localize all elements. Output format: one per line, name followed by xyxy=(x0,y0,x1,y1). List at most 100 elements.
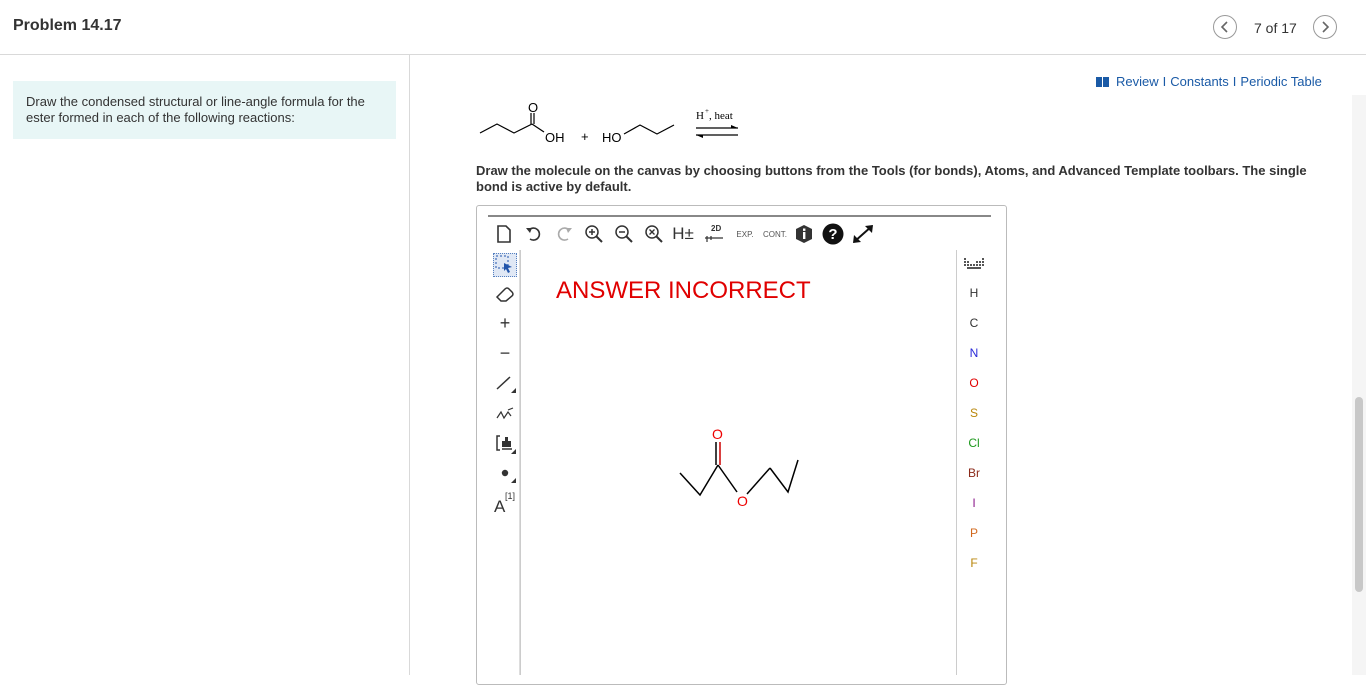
atom-symbol: I xyxy=(972,496,976,510)
clean-2d-label: 2D xyxy=(711,224,722,233)
next-problem-button[interactable] xyxy=(1313,15,1337,39)
info-button[interactable] xyxy=(792,222,816,246)
condition-h: H xyxy=(696,110,704,122)
atom-h-button[interactable]: H xyxy=(958,286,990,300)
atom-n-button[interactable]: N xyxy=(958,346,990,360)
chain-tool[interactable] xyxy=(493,401,517,425)
atom-symbol: C xyxy=(969,316,979,330)
eraser-tool[interactable] xyxy=(493,282,517,306)
new-document-icon xyxy=(497,225,511,243)
atom-map-tool[interactable]: A [1] xyxy=(493,491,519,517)
atom-f-button[interactable]: F xyxy=(958,556,990,570)
atom-map-letter: A xyxy=(494,497,506,516)
zoom-out-button[interactable] xyxy=(612,222,636,246)
expand-icon: EXP. xyxy=(736,229,754,239)
undo-button[interactable] xyxy=(522,222,546,246)
svg-text:?: ? xyxy=(828,226,837,243)
zoom-in-button[interactable] xyxy=(582,222,606,246)
eraser-icon xyxy=(495,287,514,302)
single-bond-icon xyxy=(496,376,516,393)
atom-c-button[interactable]: C xyxy=(958,316,990,330)
atom-map-index: [1] xyxy=(505,491,516,501)
atom-br-button[interactable]: Br xyxy=(958,466,990,480)
atom-symbol: S xyxy=(969,406,978,420)
template-tool[interactable] xyxy=(493,431,517,455)
carboxylic-acid-structure: O OH xyxy=(479,100,565,145)
acid-oh-label: OH xyxy=(545,130,565,145)
atom-symbol: O xyxy=(969,376,979,390)
single-bond-tool[interactable] xyxy=(493,371,517,395)
zoom-in-icon xyxy=(585,225,603,243)
drawn-molecule: O O xyxy=(679,426,799,509)
undo-icon xyxy=(526,227,541,241)
alcohol-ho-label: HO xyxy=(602,130,622,145)
new-document-button[interactable] xyxy=(492,222,516,246)
expand-button[interactable]: EXP. xyxy=(731,222,759,246)
charge-plus-icon: + xyxy=(499,312,511,333)
problem-title: Problem 14.17 xyxy=(13,17,122,34)
charge-plus-tool[interactable]: + xyxy=(493,311,517,335)
problem-instructions: Draw the condensed structural or line-an… xyxy=(13,81,396,139)
radical-tool[interactable] xyxy=(493,462,517,486)
chain-icon xyxy=(496,407,514,420)
redo-icon xyxy=(557,227,572,241)
tools-toolbar: + − A [1] xyxy=(489,250,520,675)
atom-symbol: N xyxy=(969,346,979,360)
radical-icon xyxy=(501,469,516,483)
feedback-message: ANSWER INCORRECT xyxy=(556,277,811,304)
atom-symbol: Cl xyxy=(968,436,980,450)
atom-symbol: P xyxy=(969,526,978,540)
separator: I xyxy=(1232,74,1237,89)
acid-oxygen-label: O xyxy=(528,100,538,115)
atom-symbol: Br xyxy=(968,466,980,480)
constants-link[interactable]: Constants xyxy=(1170,74,1229,89)
charge-minus-icon: − xyxy=(499,342,511,363)
atom-i-button[interactable]: I xyxy=(958,496,990,510)
equilibrium-arrow-icon xyxy=(696,125,738,138)
explicit-hydrogen-button[interactable]: H± xyxy=(671,222,695,246)
scrollbar-thumb[interactable] xyxy=(1355,397,1363,592)
contract-icon: CONT. xyxy=(763,229,787,239)
select-tool[interactable] xyxy=(493,253,517,277)
left-panel: Draw the condensed structural or line-an… xyxy=(0,55,410,675)
atom-p-button[interactable]: P xyxy=(958,526,990,540)
atom-o-button[interactable]: O xyxy=(958,376,990,390)
atoms-toolbar: H C N O S Cl Br I P F xyxy=(958,250,990,675)
separator: I xyxy=(1162,74,1167,89)
help-icon: ? xyxy=(822,223,844,245)
atom-symbol: H xyxy=(969,286,979,300)
review-link[interactable]: Review xyxy=(1116,74,1159,89)
fullscreen-button[interactable] xyxy=(851,222,875,246)
redo-button[interactable] xyxy=(552,222,576,246)
contract-button[interactable]: CONT. xyxy=(760,222,790,246)
help-button[interactable]: ? xyxy=(821,222,845,246)
charge-minus-tool[interactable]: − xyxy=(493,341,517,365)
zoom-reset-button[interactable] xyxy=(642,222,666,246)
problem-counter: 7 of 17 xyxy=(1254,20,1297,36)
resources-links: Review I Constants I Periodic Table xyxy=(1096,74,1322,89)
drawing-instructions: Draw the molecule on the canvas by choos… xyxy=(476,163,1307,194)
atom-s-button[interactable]: S xyxy=(958,406,990,420)
zoom-out-icon xyxy=(615,225,633,243)
condition-heat: , heat xyxy=(709,110,733,122)
periodic-table-button[interactable] xyxy=(958,256,990,273)
fullscreen-icon xyxy=(853,225,873,243)
ester-oxygen: O xyxy=(737,493,748,509)
explicit-hydrogen-icon: H± xyxy=(672,224,694,243)
periodic-table-link[interactable]: Periodic Table xyxy=(1240,74,1321,89)
book-icon xyxy=(1096,76,1109,87)
alcohol-structure: HO xyxy=(602,124,675,145)
info-icon xyxy=(796,225,812,243)
atom-cl-button[interactable]: Cl xyxy=(958,436,990,450)
template-icon xyxy=(496,435,516,454)
plus-sign: + xyxy=(581,129,589,144)
previous-problem-button[interactable] xyxy=(1213,15,1237,39)
top-bar: Problem 14.17 7 of 17 xyxy=(0,0,1366,55)
reaction-scheme: O OH + HO H + , heat xyxy=(479,100,738,145)
chevron-right-icon xyxy=(1322,21,1330,33)
select-icon xyxy=(495,255,512,273)
zoom-reset-icon xyxy=(645,225,663,243)
atom-symbol: F xyxy=(970,556,978,570)
chevron-left-icon xyxy=(1220,21,1228,33)
clean-2d-button[interactable]: 2D xyxy=(702,222,726,246)
